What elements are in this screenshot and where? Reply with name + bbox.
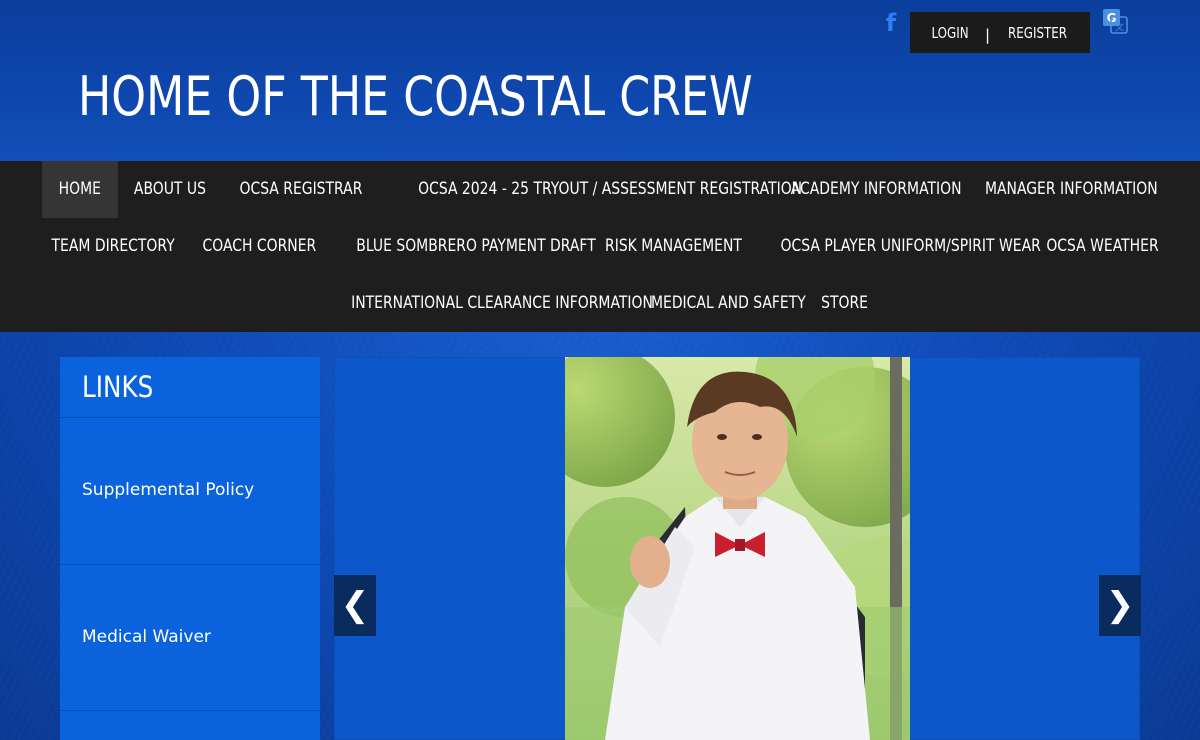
sidebar-divider — [60, 417, 320, 418]
site-header: f LOGIN | REGISTER G 文 HOME OF THE COAST… — [0, 0, 1200, 161]
nav-row-3: INTERNATIONAL CLEARANCE INFORMATION MEDI… — [0, 275, 1200, 332]
slide-photo — [565, 357, 910, 740]
nav-item-home[interactable]: HOME — [42, 161, 118, 218]
photo-slider: ❮ ❯ — [334, 357, 1141, 740]
nav-item-ocsa-weather[interactable]: OCSA WEATHER — [1034, 218, 1158, 275]
main-navigation: HOME ABOUT US OCSA REGISTRAR OCSA 2024 -… — [0, 161, 1200, 332]
login-link[interactable]: LOGIN — [931, 24, 968, 42]
nav-row-2: TEAM DIRECTORY COACH CORNER BLUE SOMBRER… — [0, 218, 1200, 275]
site-title: HOME OF THE COASTAL CREW — [78, 65, 753, 128]
auth-separator: | — [985, 25, 991, 44]
nav-item-blue-sombrero-payment-draft[interactable]: BLUE SOMBRERO PAYMENT DRAFT — [330, 218, 595, 275]
slider-prev-arrow[interactable]: ❮ — [334, 575, 376, 636]
nav-item-team-directory[interactable]: TEAM DIRECTORY — [38, 218, 180, 275]
sidebar-divider — [60, 564, 320, 565]
sidebar-link-medical-waiver[interactable]: Medical Waiver — [82, 626, 211, 648]
nav-item-player-uniform-spirit-wear[interactable]: OCSA PLAYER UNIFORM/SPIRIT WEAR — [752, 218, 1041, 275]
nav-item-international-clearance[interactable]: INTERNATIONAL CLEARANCE INFORMATION — [318, 275, 653, 332]
sidebar-title: LINKS — [82, 370, 154, 404]
nav-item-ocsa-registrar[interactable]: OCSA REGISTRAR — [226, 161, 370, 218]
google-translate-icon[interactable]: G 文 — [1102, 8, 1128, 34]
nav-item-risk-management[interactable]: RISK MANAGEMENT — [590, 218, 742, 275]
sidebar-divider — [60, 710, 320, 711]
player-photo-image — [565, 357, 910, 740]
register-link[interactable]: REGISTER — [1008, 24, 1067, 42]
nav-row-1: HOME ABOUT US OCSA REGISTRAR OCSA 2024 -… — [0, 161, 1200, 218]
nav-item-store[interactable]: STORE — [812, 275, 878, 332]
sidebar-link-supplemental-policy[interactable]: Supplemental Policy — [82, 479, 254, 501]
nav-item-academy-information[interactable]: ACADEMY INFORMATION — [772, 161, 962, 218]
nav-item-about-us[interactable]: ABOUT US — [124, 161, 216, 218]
auth-bar: LOGIN | REGISTER — [910, 12, 1090, 53]
nav-item-medical-and-safety[interactable]: MEDICAL AND SAFETY — [634, 275, 806, 332]
svg-text:文: 文 — [1115, 21, 1124, 33]
facebook-icon[interactable]: f — [882, 10, 900, 36]
links-sidebar: LINKS Supplemental Policy Medical Waiver — [60, 357, 320, 740]
nav-item-tryout-registration[interactable]: OCSA 2024 - 25 TRYOUT / ASSESSMENT REGIS… — [376, 161, 802, 218]
nav-item-manager-information[interactable]: MANAGER INFORMATION — [966, 161, 1158, 218]
slider-next-arrow[interactable]: ❯ — [1099, 575, 1141, 636]
nav-item-coach-corner[interactable]: COACH CORNER — [190, 218, 318, 275]
